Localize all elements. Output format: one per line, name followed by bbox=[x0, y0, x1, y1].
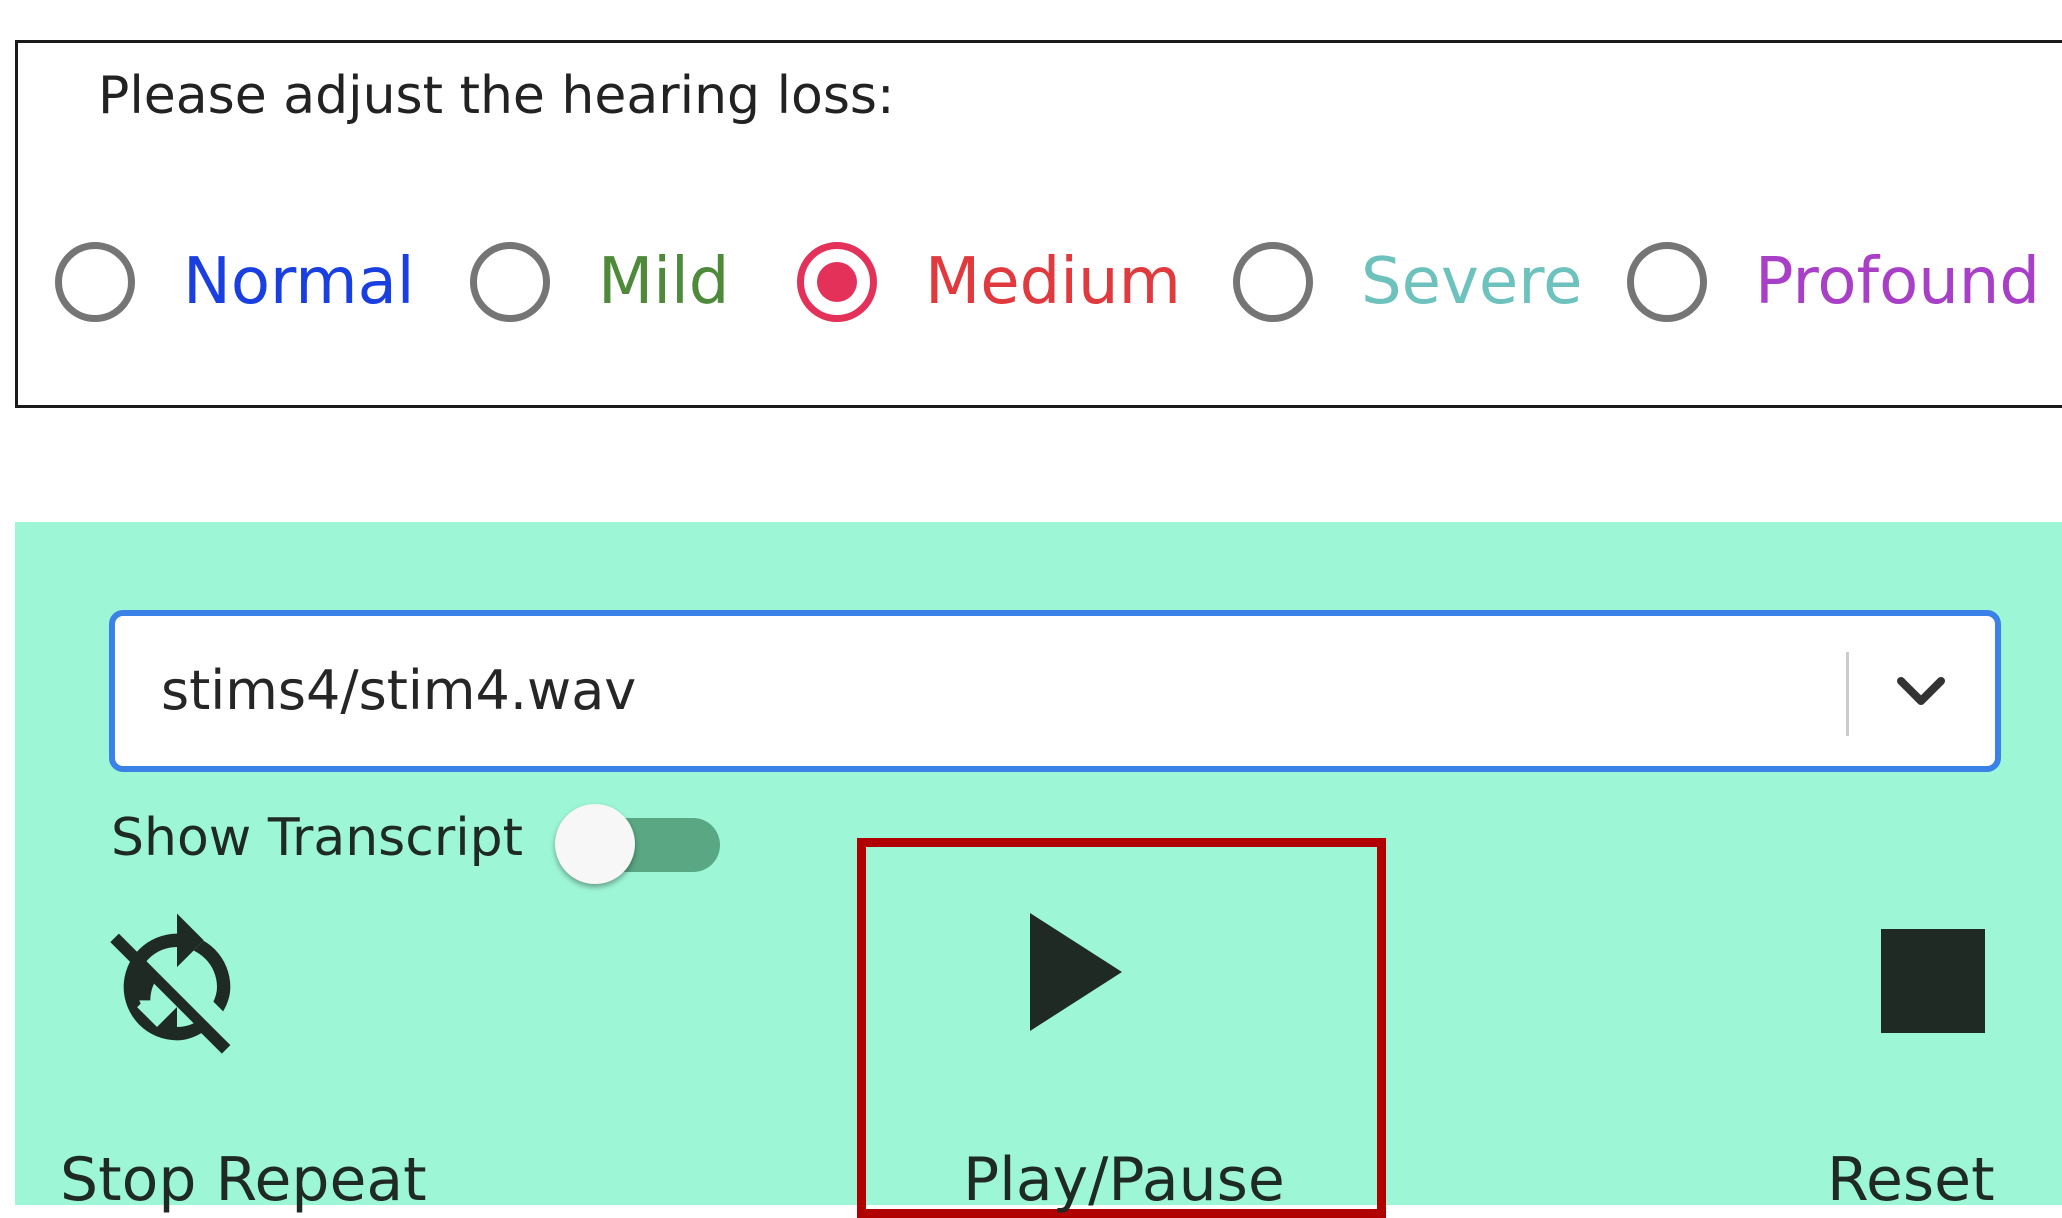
stop-repeat-button[interactable]: Stop Repeat bbox=[55, 907, 455, 1210]
show-transcript-toggle[interactable] bbox=[555, 804, 725, 884]
radio-option-medium[interactable]: Medium bbox=[797, 240, 1181, 324]
radio-option-severe[interactable]: Severe bbox=[1233, 240, 1583, 324]
radio-label-medium[interactable]: Medium bbox=[925, 250, 1181, 314]
stop-icon bbox=[1881, 929, 1985, 1033]
radio-button-severe[interactable] bbox=[1233, 242, 1313, 322]
radio-selected-dot bbox=[817, 262, 857, 302]
radio-option-normal[interactable]: Normal bbox=[55, 240, 415, 324]
player-panel: stims4/stim4.wav Show Transcript Stop Re… bbox=[15, 522, 2062, 1218]
radio-option-mild[interactable]: Mild bbox=[470, 240, 729, 324]
radio-button-medium[interactable] bbox=[797, 242, 877, 322]
stop-repeat-label: Stop Repeat bbox=[60, 1145, 427, 1215]
radio-button-normal[interactable] bbox=[55, 242, 135, 322]
radio-option-profound[interactable]: Profound bbox=[1627, 240, 2040, 324]
radio-label-severe[interactable]: Severe bbox=[1361, 250, 1583, 314]
toggle-knob[interactable] bbox=[555, 804, 635, 884]
radio-label-normal[interactable]: Normal bbox=[183, 250, 415, 314]
repeat-off-icon bbox=[110, 913, 231, 1054]
radio-label-profound[interactable]: Profound bbox=[1755, 250, 2040, 314]
reset-button[interactable]: Reset bbox=[1795, 907, 2025, 1210]
audio-file-select[interactable]: stims4/stim4.wav bbox=[109, 610, 2001, 772]
hearing-loss-prompt: Please adjust the hearing loss: bbox=[98, 66, 895, 126]
radio-button-profound[interactable] bbox=[1627, 242, 1707, 322]
audio-file-select-value: stims4/stim4.wav bbox=[161, 659, 637, 722]
play-pause-label: Play/Pause bbox=[963, 1145, 1285, 1215]
radio-button-mild[interactable] bbox=[470, 242, 550, 322]
radio-label-mild[interactable]: Mild bbox=[598, 250, 729, 314]
play-icon bbox=[1030, 913, 1122, 1031]
play-pause-button[interactable]: Play/Pause bbox=[885, 907, 1365, 1210]
show-transcript-label: Show Transcript bbox=[111, 808, 524, 868]
select-separator bbox=[1846, 652, 1849, 736]
chevron-down-icon[interactable] bbox=[1891, 671, 1951, 711]
reset-label: Reset bbox=[1827, 1145, 1995, 1215]
